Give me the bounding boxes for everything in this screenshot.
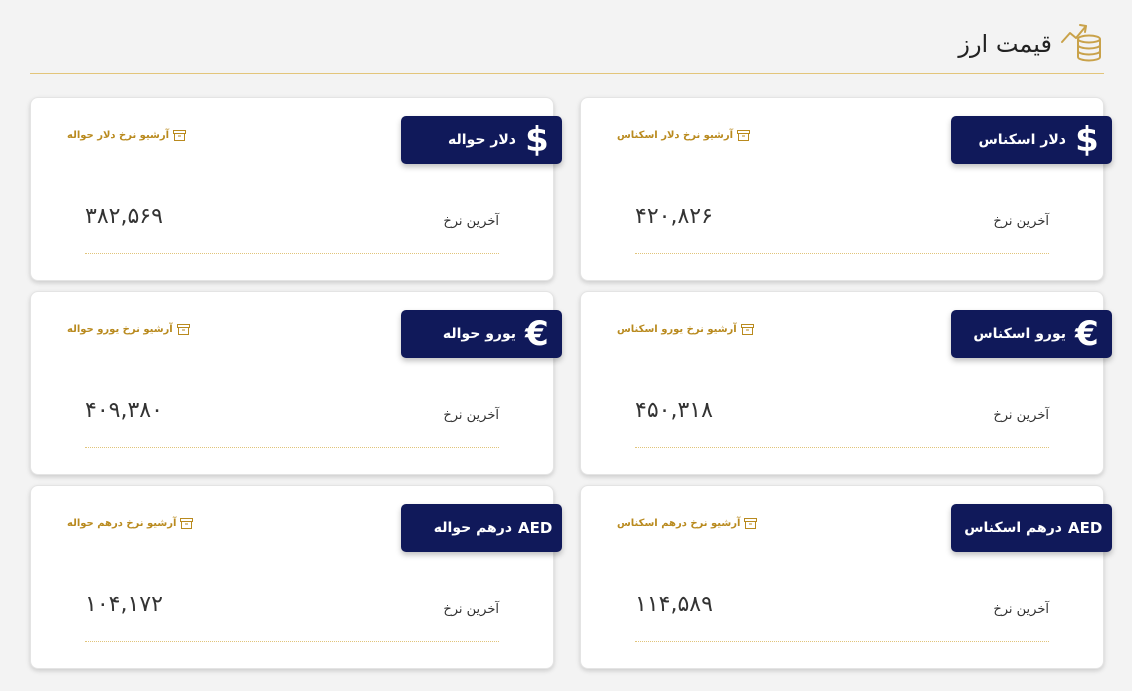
currency-title: دلار اسکناس: [978, 132, 1066, 148]
currency-badge: $ دلار اسکناس: [951, 116, 1112, 164]
rate-label: آخرین نرخ: [993, 214, 1049, 229]
rate-value: ۴۰۹,۳۸۰: [85, 398, 163, 423]
rate-card-euro-transfer: € یورو حواله آرشیو نرخ یورو حواله آخرین …: [30, 291, 562, 475]
rate-label: آخرین نرخ: [993, 408, 1049, 423]
archive-link-label: آرشیو نرخ یورو حواله: [67, 324, 173, 335]
currency-badge: AED درهم حواله: [401, 504, 562, 552]
rate-label: آخرین نرخ: [443, 602, 499, 617]
archive-link-label: آرشیو نرخ دلار حواله: [67, 130, 170, 141]
archive-icon: [744, 518, 758, 529]
page-header: قیمت ارز: [30, 18, 1104, 74]
archive-icon: [737, 130, 751, 141]
divider: [85, 447, 499, 448]
rate-value: ۴۲۰,۸۲۶: [635, 204, 713, 229]
archive-link-label: آرشیو نرخ دلار اسکناس: [617, 130, 734, 141]
currency-title: درهم اسکناس: [964, 520, 1062, 536]
divider: [635, 253, 1049, 254]
currency-badge: € یورو حواله: [401, 310, 562, 358]
rate-card-dirham-transfer: AED درهم حواله آرشیو نرخ درهم حواله آخری…: [30, 485, 562, 669]
rate-value: ۱۰۴,۱۷۲: [85, 592, 163, 617]
currency-title: دلار حواله: [448, 132, 516, 148]
archive-icon: [180, 518, 194, 529]
currency-badge: € یورو اسکناس: [951, 310, 1112, 358]
aed-icon: AED: [1068, 518, 1103, 537]
rate-value: ۱۱۴,۵۸۹: [635, 592, 713, 617]
rate-card-dollar-cash: $ دلار اسکناس آرشیو نرخ دلار اسکناس آخری…: [580, 97, 1112, 281]
divider: [85, 253, 499, 254]
rate-label: آخرین نرخ: [443, 214, 499, 229]
archive-link-label: آرشیو نرخ درهم حواله: [67, 518, 177, 529]
archive-link-label: آرشیو نرخ درهم اسکناس: [617, 518, 741, 529]
page-title: قیمت ارز: [958, 30, 1052, 58]
rate-value: ۴۵۰,۳۱۸: [635, 398, 713, 423]
archive-link[interactable]: آرشیو نرخ دلار اسکناس: [617, 130, 751, 141]
divider: [635, 641, 1049, 642]
divider: [85, 641, 499, 642]
archive-link[interactable]: آرشیو نرخ درهم اسکناس: [617, 518, 758, 529]
rate-card-dirham-cash: AED درهم اسکناس آرشیو نرخ درهم اسکناس آخ…: [580, 485, 1112, 669]
currency-title: یورو اسکناس: [973, 326, 1066, 342]
currency-title: یورو حواله: [442, 326, 516, 342]
rate-label: آخرین نرخ: [443, 408, 499, 423]
archive-link[interactable]: آرشیو نرخ یورو حواله: [67, 324, 190, 335]
aed-icon: AED: [518, 518, 553, 537]
archive-link-label: آرشیو نرخ یورو اسکناس: [617, 324, 737, 335]
archive-link[interactable]: آرشیو نرخ دلار حواله: [67, 130, 187, 141]
archive-link[interactable]: آرشیو نرخ درهم حواله: [67, 518, 194, 529]
currency-title: درهم حواله: [433, 520, 512, 536]
euro-icon: €: [525, 314, 549, 354]
rate-value: ۳۸۲,۵۶۹: [85, 204, 163, 229]
dollar-icon: $: [1075, 120, 1099, 160]
archive-icon: [173, 130, 187, 141]
currency-badge: AED درهم اسکناس: [951, 504, 1112, 552]
coins-chart-icon: [1061, 24, 1101, 62]
dollar-icon: $: [525, 120, 549, 160]
archive-icon: [176, 324, 190, 335]
archive-icon: [740, 324, 754, 335]
divider: [635, 447, 1049, 448]
euro-icon: €: [1075, 314, 1099, 354]
archive-link[interactable]: آرشیو نرخ یورو اسکناس: [617, 324, 754, 335]
rate-card-euro-cash: € یورو اسکناس آرشیو نرخ یورو اسکناس آخری…: [580, 291, 1112, 475]
rate-label: آخرین نرخ: [993, 602, 1049, 617]
rate-card-dollar-transfer: $ دلار حواله آرشیو نرخ دلار حواله آخرین …: [30, 97, 562, 281]
currency-badge: $ دلار حواله: [401, 116, 562, 164]
